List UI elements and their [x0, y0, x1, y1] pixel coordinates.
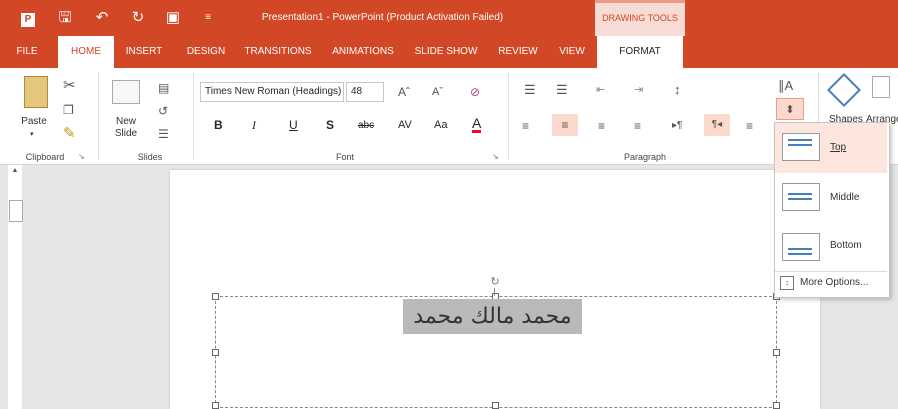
bold-button[interactable]: B — [214, 118, 223, 132]
clear-formatting-icon[interactable]: ⊘ — [470, 82, 480, 102]
rotate-handle-stem — [494, 288, 495, 296]
selected-text[interactable]: محمد مالك محمد — [403, 299, 582, 334]
paste-dropdown-arrow-icon[interactable]: ▾ — [30, 130, 34, 138]
paste-icon[interactable] — [24, 76, 48, 108]
copy-icon[interactable]: ❐ — [63, 100, 74, 120]
justify-icon[interactable]: ≡ — [634, 116, 641, 136]
resize-handle[interactable] — [212, 293, 219, 300]
arrange-icon[interactable] — [872, 76, 890, 98]
align-bottom-line — [788, 253, 812, 255]
rtl-icon[interactable]: ¶◂ — [704, 114, 730, 136]
decrease-indent-icon[interactable]: ⇤ — [596, 80, 605, 100]
font-color-button[interactable]: A — [472, 116, 482, 133]
text-direction-icon[interactable]: ∥A — [778, 76, 793, 96]
tab-animations[interactable]: ANIMATIONS — [327, 36, 399, 68]
align-top-line — [788, 144, 812, 146]
change-case-button[interactable]: Aa — [434, 119, 447, 131]
align-top-line — [788, 139, 812, 141]
clipboard-launcher-icon[interactable]: ↘ — [78, 152, 86, 161]
paste-button-label[interactable]: Paste — [18, 116, 50, 127]
align-middle-line — [788, 198, 812, 200]
align-left-icon[interactable]: ≡ — [522, 116, 529, 136]
powerpoint-logo-icon: P — [18, 8, 38, 28]
window-title: Presentation1 - PowerPoint (Product Acti… — [261, 12, 504, 23]
group-separator — [508, 72, 509, 160]
new-slide-icon[interactable] — [112, 80, 140, 104]
new-slide-label[interactable]: New Slide — [104, 116, 148, 140]
align-bottom-line — [788, 248, 812, 250]
tab-review[interactable]: REVIEW — [496, 36, 540, 68]
line-spacing-icon[interactable]: ↕ — [674, 80, 681, 100]
align-top-label: Top — [830, 142, 847, 153]
resize-handle[interactable] — [492, 402, 499, 409]
group-separator — [98, 72, 99, 160]
grow-font-icon[interactable]: Aˆ — [398, 82, 410, 102]
group-separator — [193, 72, 194, 160]
bullets-icon[interactable]: ☰ — [524, 80, 536, 100]
save-icon[interactable]: 🖫 — [55, 8, 75, 28]
font-launcher-icon[interactable]: ↘ — [492, 152, 499, 161]
undo-icon[interactable]: ↶ — [92, 8, 112, 28]
tab-view[interactable]: VIEW — [555, 36, 589, 68]
tab-slide-show[interactable]: SLIDE SHOW — [410, 36, 482, 68]
tab-home[interactable]: HOME — [58, 36, 114, 68]
section-icon[interactable]: ☰ — [158, 124, 169, 144]
increase-indent-icon[interactable]: ⇥ — [634, 80, 643, 100]
more-options-icon: ↕ — [780, 276, 794, 290]
paragraph-group-label: Paragraph — [623, 152, 667, 162]
format-painter-icon[interactable]: ✎ — [63, 124, 76, 144]
font-size-select[interactable]: 48 — [346, 82, 384, 102]
align-top-icon — [782, 133, 820, 161]
align-text-icon[interactable]: ⬍ — [776, 98, 804, 120]
tab-insert[interactable]: INSERT — [121, 36, 167, 68]
resize-handle[interactable] — [212, 349, 219, 356]
align-middle-label: Middle — [830, 192, 860, 203]
reset-icon[interactable]: ↺ — [158, 101, 168, 121]
ltr-icon[interactable]: ▸¶ — [672, 116, 682, 136]
align-bottom-label: Bottom — [830, 240, 862, 251]
drawing-tools-label: DRAWING TOOLS — [602, 13, 678, 23]
shrink-font-icon[interactable]: Aˇ — [432, 82, 443, 102]
align-middle-line — [788, 193, 812, 195]
layout-icon[interactable]: ▤ — [158, 78, 169, 98]
rotate-handle-icon[interactable]: ↻ — [489, 276, 501, 288]
tab-format[interactable]: FORMAT — [597, 36, 683, 68]
columns-icon[interactable]: ≡ — [746, 116, 753, 136]
more-options-label: More Options... — [800, 277, 869, 288]
align-right-icon[interactable]: ≡ — [598, 116, 605, 136]
tab-file[interactable]: FILE — [10, 36, 44, 68]
resize-handle[interactable] — [773, 402, 780, 409]
resize-handle[interactable] — [212, 402, 219, 409]
clipboard-group-label: Clipboard — [25, 152, 65, 162]
character-spacing-button[interactable]: AV — [398, 119, 412, 131]
resize-handle[interactable] — [773, 349, 780, 356]
cut-icon[interactable]: ✂ — [63, 76, 76, 96]
font-family-select[interactable]: Times New Roman (Headings) — [200, 82, 344, 102]
align-middle-icon — [782, 183, 820, 211]
italic-button[interactable]: I — [252, 118, 256, 133]
scroll-up-icon[interactable]: ▲ — [9, 166, 21, 176]
slides-group-label: Slides — [137, 152, 163, 162]
font-group-label: Font — [335, 152, 354, 162]
underline-button[interactable]: U — [289, 118, 298, 132]
scroll-thumb[interactable] — [9, 200, 23, 222]
align-center-icon[interactable]: ≡ — [552, 114, 578, 136]
text-shadow-button[interactable]: S — [326, 118, 334, 132]
tab-design[interactable]: DESIGN — [181, 36, 231, 68]
redo-icon[interactable]: ↻ — [128, 8, 148, 28]
align-bottom-icon — [782, 233, 820, 261]
numbering-icon[interactable]: ☰ — [556, 80, 568, 100]
tab-transitions[interactable]: TRANSITIONS — [242, 36, 314, 68]
strikethrough-button[interactable]: abc — [358, 120, 374, 131]
